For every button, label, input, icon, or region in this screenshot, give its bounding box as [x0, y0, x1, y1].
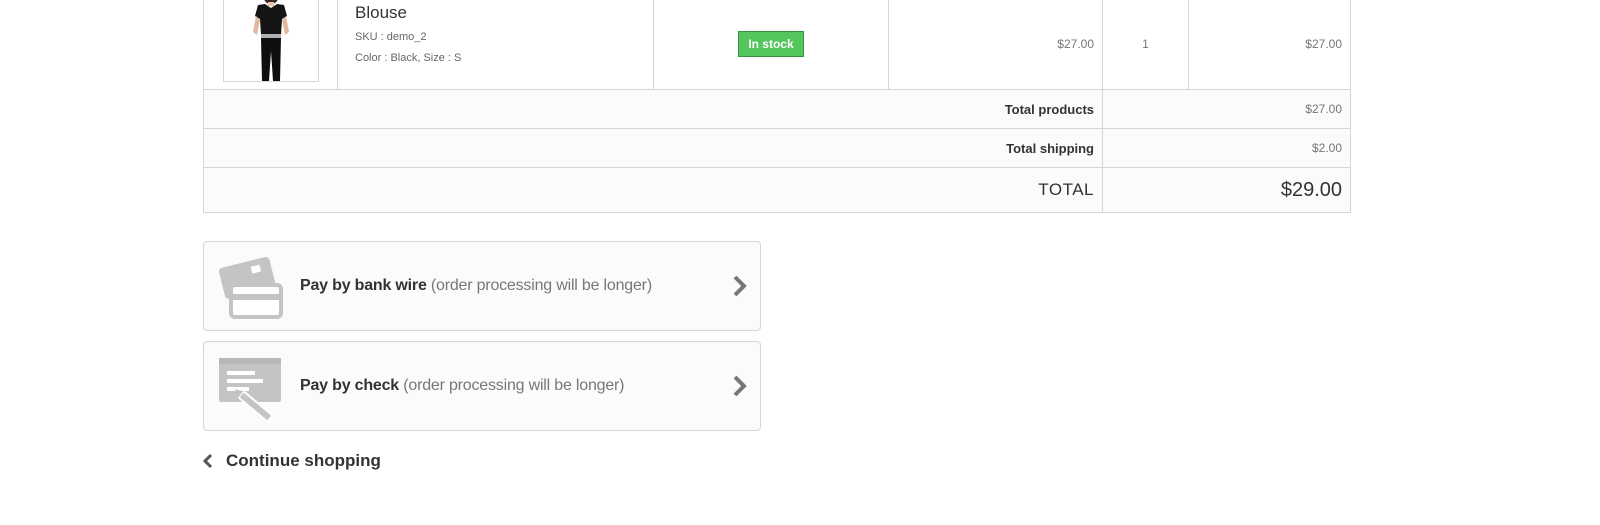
total-products-label: Total products [203, 89, 1103, 129]
cart-summary-table: Blouse SKU : demo_2 Color : Black, Size … [203, 0, 1351, 213]
chevron-left-icon [202, 453, 213, 469]
product-image-cell [203, 0, 338, 90]
total-shipping-label: Total shipping [203, 128, 1103, 168]
pay-by-bank-wire-label: Pay by bank wire (order processing will … [300, 276, 652, 296]
pay-by-check-button[interactable]: Pay by check (order processing will be l… [203, 341, 761, 431]
check-pen-icon [217, 352, 283, 422]
pay-by-check-label: Pay by check (order processing will be l… [300, 376, 625, 396]
product-line-total: $27.00 [1188, 0, 1351, 90]
chevron-right-icon [732, 274, 748, 298]
bank-wire-title: Pay by bank wire [300, 277, 427, 294]
check-title: Pay by check [300, 377, 399, 394]
product-attributes: Color : Black, Size : S [355, 52, 462, 64]
order-summary-page: Blouse SKU : demo_2 Color : Black, Size … [0, 0, 1600, 525]
chevron-right-icon [732, 374, 748, 398]
bank-card-icon [217, 252, 283, 320]
bank-wire-note: (order processing will be longer) [426, 277, 652, 294]
product-quantity: 1 [1102, 0, 1189, 90]
product-thumbnail[interactable] [223, 0, 319, 82]
pay-by-bank-wire-button[interactable]: Pay by bank wire (order processing will … [203, 241, 761, 331]
grand-total-value: $29.00 [1102, 167, 1351, 213]
continue-shopping-label: Continue shopping [226, 451, 381, 470]
grand-total-label: TOTAL [203, 167, 1103, 213]
product-description-cell: Blouse SKU : demo_2 Color : Black, Size … [337, 0, 654, 90]
grand-total-row: TOTAL $29.00 [203, 167, 1351, 213]
total-products-row: Total products $27.00 [203, 89, 1351, 129]
total-shipping-value: $2.00 [1102, 128, 1351, 168]
total-products-value: $27.00 [1102, 89, 1351, 129]
product-availability-cell: In stock [653, 0, 889, 90]
cart-product-row: Blouse SKU : demo_2 Color : Black, Size … [203, 0, 1351, 90]
product-sku: SKU : demo_2 [355, 31, 427, 43]
check-note: (order processing will be longer) [399, 377, 625, 394]
total-shipping-row: Total shipping $2.00 [203, 128, 1351, 168]
continue-shopping-link[interactable]: Continue shopping [202, 450, 381, 472]
in-stock-badge: In stock [738, 31, 804, 57]
blouse-product-image [224, 0, 318, 81]
product-unit-price: $27.00 [888, 0, 1103, 90]
product-name-link[interactable]: Blouse [355, 3, 653, 23]
